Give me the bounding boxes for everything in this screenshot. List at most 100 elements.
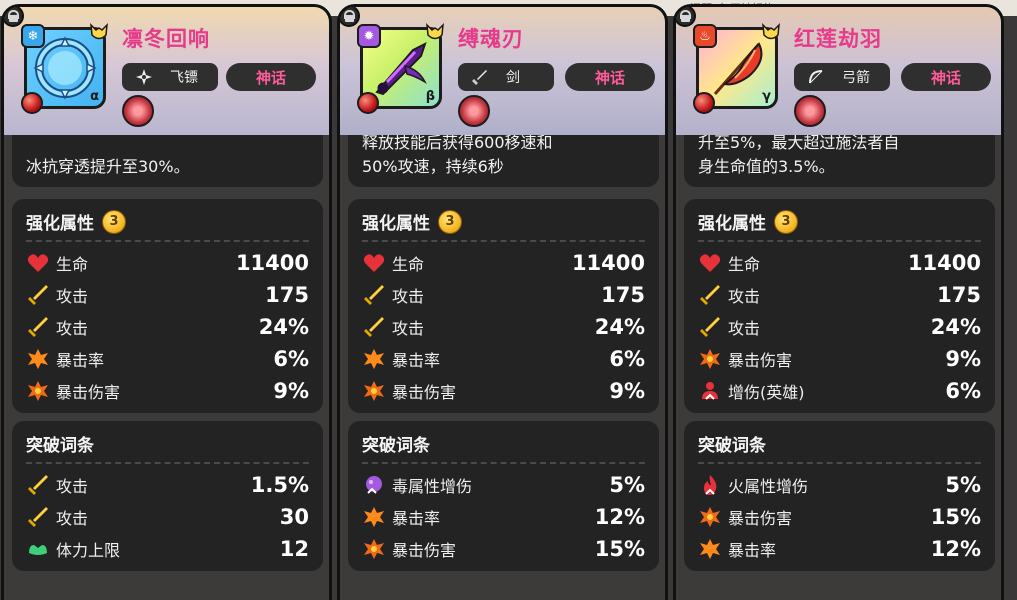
sword-icon (28, 507, 48, 527)
stat-row: 毒属性增伤 5% (362, 471, 645, 499)
rarity-badge: 神话 (226, 63, 316, 91)
stat-label: 暴击率 (728, 541, 777, 560)
enhance-title: 强化属性 (26, 214, 94, 234)
desc-line-2: 50%攻速，持续6秒 (362, 157, 504, 176)
stat-value: 175 (937, 283, 981, 307)
breakthrough-panel: 突破词条 火属性增伤 5% 暴击伤害 15% 暴击率 12% (684, 421, 995, 571)
stat-label: 攻击 (392, 319, 425, 338)
breakthrough-title: 突破词条 (26, 436, 94, 456)
stat-label: 生命 (56, 255, 89, 274)
snowflake-icon: ❄ (21, 24, 45, 48)
stat-row: 攻击 24% (26, 313, 309, 341)
stat-row: 攻击 175 (362, 281, 645, 309)
greek-grade: γ (762, 89, 771, 104)
greek-grade: α (90, 89, 99, 104)
sword-icon (364, 317, 384, 337)
level-coin-icon: 3 (438, 209, 462, 234)
divider (362, 240, 645, 242)
heart-icon (699, 254, 721, 272)
stat-value: 15% (930, 505, 981, 529)
stat-row: 暴击伤害 9% (698, 345, 981, 373)
rarity-badge: 神话 (565, 63, 655, 91)
sword-type-icon (472, 70, 487, 85)
crit-burst-icon (364, 507, 384, 527)
stat-label: 暴击伤害 (392, 541, 457, 560)
stat-value: 30 (279, 505, 309, 529)
lock-icon[interactable] (4, 7, 24, 27)
breakthrough-title: 突破词条 (362, 436, 430, 456)
sword-icon (28, 317, 48, 337)
stat-value: 12% (594, 505, 645, 529)
fire-dmg-icon (704, 475, 717, 495)
stat-value: 175 (265, 283, 309, 307)
lock-icon[interactable] (676, 7, 696, 27)
stat-value: 11400 (907, 251, 981, 275)
stat-row: 生命 11400 (362, 249, 645, 277)
stat-row: 暴击率 12% (362, 503, 645, 531)
weapon-type-pill: 飞镖 (122, 63, 218, 91)
item-card-1[interactable]: ❄ α 凛冬回响 飞镖 神话 冰抗穿透提升至30%。 强化属性 3 生命 114… (1, 4, 332, 600)
item-title: 凛冬回响 (122, 27, 210, 51)
demon-mask-icon (122, 95, 154, 127)
rarity-badge: 神话 (901, 63, 991, 91)
weapon-type-label: 飞镖 (170, 70, 198, 86)
breakthrough-header: 突破词条 (698, 431, 766, 456)
stat-label: 攻击 (56, 319, 89, 338)
fox-icon (762, 22, 780, 40)
breakthrough-header: 突破词条 (26, 431, 94, 456)
stat-label: 攻击 (728, 287, 761, 306)
lock-icon[interactable] (340, 7, 360, 27)
demon-mask-icon (794, 95, 826, 127)
stat-label: 攻击 (56, 287, 89, 306)
enhance-panel: 强化属性 3 生命 11400 攻击 175 攻击 24% 暴击伤害 9% 增伤… (684, 199, 995, 413)
stat-value: 6% (609, 347, 645, 371)
red-orb-icon (21, 92, 43, 114)
item-card-2[interactable]: ✹ β 缚魂刃 剑 神话 释放技能后获得600移速和 50%攻速，持续6秒 强化… (337, 4, 668, 600)
stat-label: 攻击 (56, 509, 89, 528)
stat-value: 6% (945, 379, 981, 403)
item-title: 缚魂刃 (458, 27, 524, 51)
stat-row: 暴击伤害 15% (698, 503, 981, 531)
sword-icon (28, 475, 48, 495)
bow-icon (809, 70, 823, 84)
poison-icon: ✹ (357, 24, 381, 48)
stat-row: 增伤(英雄) 6% (698, 377, 981, 405)
stat-row: 暴击伤害 15% (362, 535, 645, 563)
level-coin-icon: 3 (102, 209, 126, 234)
stat-value: 11400 (571, 251, 645, 275)
stat-label: 体力上限 (56, 541, 121, 560)
desc-line-2: 身生命值的3.5%。 (698, 157, 835, 176)
greek-grade: β (425, 89, 435, 104)
item-card-3[interactable]: ♨ γ 红莲劫羽 弓箭 神话 升至5%，最大超过施法者自 身生命值的3.5%。 … (673, 4, 1004, 600)
stat-label: 增伤(英雄) (728, 383, 805, 402)
stat-value: 24% (258, 315, 309, 339)
shuriken-icon (136, 69, 152, 85)
demon-mask-icon (458, 95, 490, 127)
crit-damage-icon (28, 381, 48, 401)
red-orb-icon (693, 92, 715, 114)
stat-value: 1.5% (250, 473, 309, 497)
enhance-header: 强化属性 3 (362, 209, 462, 234)
stat-label: 暴击伤害 (56, 383, 121, 402)
sword-icon (700, 317, 720, 337)
stat-row: 攻击 175 (698, 281, 981, 309)
stat-label: 攻击 (728, 319, 761, 338)
stat-value: 24% (930, 315, 981, 339)
divider (698, 240, 981, 242)
stamina-icon (29, 545, 47, 555)
stat-row: 体力上限 12 (26, 535, 309, 563)
stat-label: 暴击率 (392, 351, 441, 370)
enhance-title: 强化属性 (698, 214, 766, 234)
enhance-header: 强化属性 3 (26, 209, 126, 234)
stat-value: 6% (273, 347, 309, 371)
sword-icon (700, 285, 720, 305)
crit-burst-icon (700, 539, 720, 559)
divider (698, 462, 981, 464)
weapon-type-pill: 弓箭 (794, 63, 890, 91)
stat-label: 暴击率 (56, 351, 105, 370)
desc-line-1: 升至5%，最大超过施法者自 (698, 135, 900, 152)
weapon-type-pill: 剑 (458, 63, 554, 91)
stat-value: 12 (279, 537, 309, 561)
stat-value: 9% (945, 347, 981, 371)
enhance-header: 强化属性 3 (698, 209, 798, 234)
